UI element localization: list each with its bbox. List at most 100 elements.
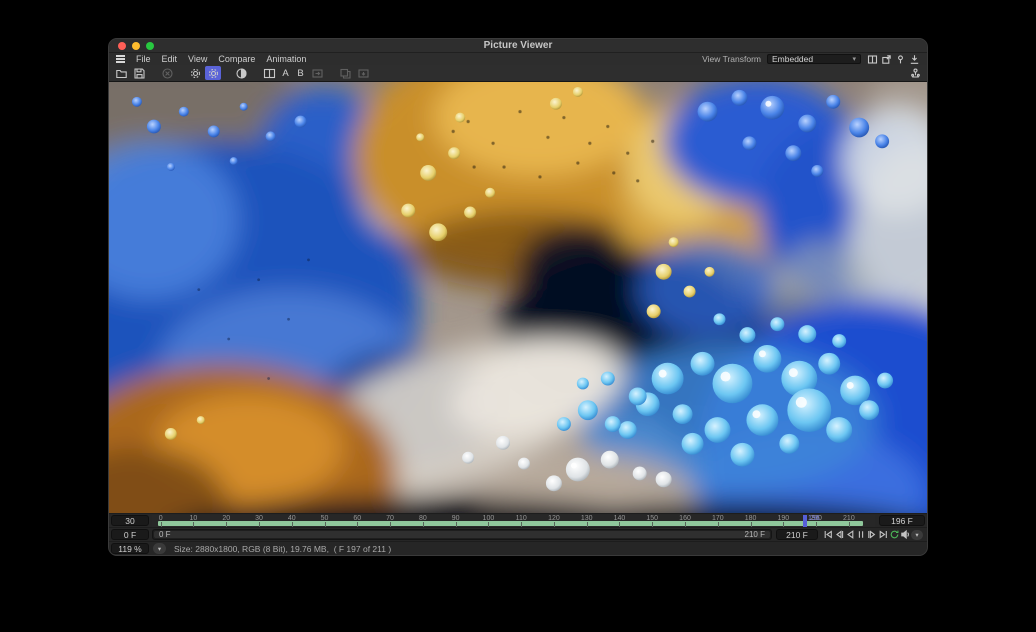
step-forward-button[interactable] <box>867 529 877 541</box>
set-image-a-button[interactable]: A <box>279 66 292 80</box>
menu-compare[interactable]: Compare <box>218 54 255 64</box>
loop-playback-button[interactable] <box>889 529 899 541</box>
ruler-tick-mark <box>161 522 162 527</box>
timeline-ruler[interactable]: 0102030405060708090100110120130140150160… <box>152 515 875 527</box>
image-canvas[interactable] <box>109 82 927 513</box>
fps-field[interactable]: 30 <box>111 515 149 526</box>
contrast-icon <box>235 67 248 80</box>
ruler-tick-mark <box>325 522 326 527</box>
ruler-tick-label: 70 <box>386 515 394 522</box>
swap-ab-button[interactable] <box>309 66 325 80</box>
ruler-tick-mark <box>390 522 391 527</box>
ruler-tick-mark <box>554 522 555 527</box>
menu-view[interactable]: View <box>188 54 207 64</box>
range-bar-end-label: 210 F <box>745 530 765 539</box>
go-to-start-icon <box>823 529 833 540</box>
ruler-tick-label: 210 <box>843 515 855 522</box>
go-to-end-button[interactable] <box>878 529 888 541</box>
go-to-start-button[interactable] <box>823 529 833 541</box>
ruler-tick-mark <box>423 522 424 527</box>
open-file-button[interactable] <box>113 66 129 80</box>
ruler-tick-label: 100 <box>483 515 495 522</box>
ruler-tick-label: 130 <box>581 515 593 522</box>
view-transform-select[interactable]: Embedded ▾ <box>767 54 861 64</box>
open-new-window-button[interactable] <box>881 54 892 65</box>
ab-compare-button[interactable] <box>261 66 277 80</box>
speaker-icon <box>900 529 910 540</box>
ruler-tick-mark <box>456 522 457 527</box>
range-bar-start-label: 0 F <box>159 530 171 539</box>
play-reverse-button[interactable] <box>845 529 855 541</box>
toolbar: A B <box>109 65 927 82</box>
stop-render-button[interactable] <box>159 66 175 80</box>
menu-file[interactable]: File <box>136 54 151 64</box>
image-info-text: Size: 2880x1800, RGB (8 Bit), 19.76 MB, … <box>174 544 391 554</box>
ruler-tick-label: 50 <box>321 515 329 522</box>
menubar: File Edit View Compare Animation View Tr… <box>109 53 927 65</box>
ruler-tick-label: 180 <box>745 515 757 522</box>
copy-image-button[interactable] <box>337 66 353 80</box>
gear-icon <box>189 67 202 80</box>
ruler-tick-mark <box>751 522 752 527</box>
cancel-circle-icon <box>161 67 174 80</box>
current-frame-field[interactable]: 196 F <box>879 515 925 526</box>
filter-button[interactable] <box>233 66 249 80</box>
ruler-tick-mark <box>193 522 194 527</box>
save-button[interactable] <box>131 66 147 80</box>
playhead-frame-label: 196 <box>808 515 820 522</box>
swap-icon <box>311 67 324 80</box>
menu-edit[interactable]: Edit <box>162 54 178 64</box>
ruler-tick-mark <box>357 522 358 527</box>
ruler-tick-label: 150 <box>646 515 658 522</box>
pin-icon <box>895 54 906 65</box>
preview-range-thumb[interactable]: 0 F 210 F <box>154 531 770 538</box>
split-view-icon <box>867 54 878 65</box>
ruler-tick-label: 80 <box>419 515 427 522</box>
minimize-button[interactable] <box>132 42 140 50</box>
range-end-field[interactable]: 210 F <box>776 529 818 540</box>
mixer-button[interactable] <box>907 66 923 80</box>
menu-animation[interactable]: Animation <box>266 54 306 64</box>
dock-button[interactable] <box>909 54 920 65</box>
step-forward-icon <box>867 529 877 540</box>
preview-range-bar[interactable]: 0 F 210 F <box>152 529 772 540</box>
close-button[interactable] <box>118 42 126 50</box>
preview-range-row: 0 F 0 F 210 F 210 F ▾ <box>109 527 927 541</box>
zoom-dropdown-button[interactable]: ▾ <box>153 543 166 554</box>
pause-icon <box>856 529 866 540</box>
range-start-field[interactable]: 0 F <box>111 529 149 540</box>
copy-icon <box>339 67 352 80</box>
pop-out-icon <box>881 54 892 65</box>
ruler-tick-mark <box>488 522 489 527</box>
cached-frames-bar <box>158 521 864 526</box>
mixer-icon <box>909 67 922 80</box>
set-image-b-button[interactable]: B <box>294 66 307 80</box>
ruler-tick-label: 30 <box>255 515 263 522</box>
status-bar: 119 % ▾ Size: 2880x1800, RGB (8 Bit), 19… <box>109 541 927 555</box>
go-to-end-icon <box>878 529 888 540</box>
timeline-ruler-row: 30 0102030405060708090100110120130140150… <box>109 513 927 527</box>
zoom-level-field[interactable]: 119 % <box>111 543 149 554</box>
ruler-tick-mark <box>685 522 686 527</box>
pin-button[interactable] <box>895 54 906 65</box>
hamburger-icon[interactable] <box>116 55 125 62</box>
playback-options-button[interactable]: ▾ <box>911 530 923 540</box>
ruler-tick-mark <box>783 522 784 527</box>
save-icon <box>133 67 146 80</box>
render-settings-button[interactable] <box>187 66 203 80</box>
image-settings-button[interactable] <box>205 66 221 80</box>
window-title: Picture Viewer <box>109 39 927 53</box>
picture-viewer-window: Picture Viewer File Edit View Compare An… <box>108 38 928 556</box>
ruler-tick-mark <box>587 522 588 527</box>
paste-image-button[interactable] <box>355 66 371 80</box>
pause-button[interactable] <box>856 529 866 541</box>
sound-button[interactable] <box>900 529 910 541</box>
split-view-button[interactable] <box>867 54 878 65</box>
titlebar[interactable]: Picture Viewer <box>109 39 927 53</box>
ruler-tick-label: 140 <box>614 515 626 522</box>
view-transform-value: Embedded <box>772 54 813 64</box>
playhead[interactable]: 196 <box>803 515 807 527</box>
step-back-button[interactable] <box>834 529 844 541</box>
chevron-down-icon: ▾ <box>852 55 856 63</box>
zoom-window-button[interactable] <box>146 42 154 50</box>
